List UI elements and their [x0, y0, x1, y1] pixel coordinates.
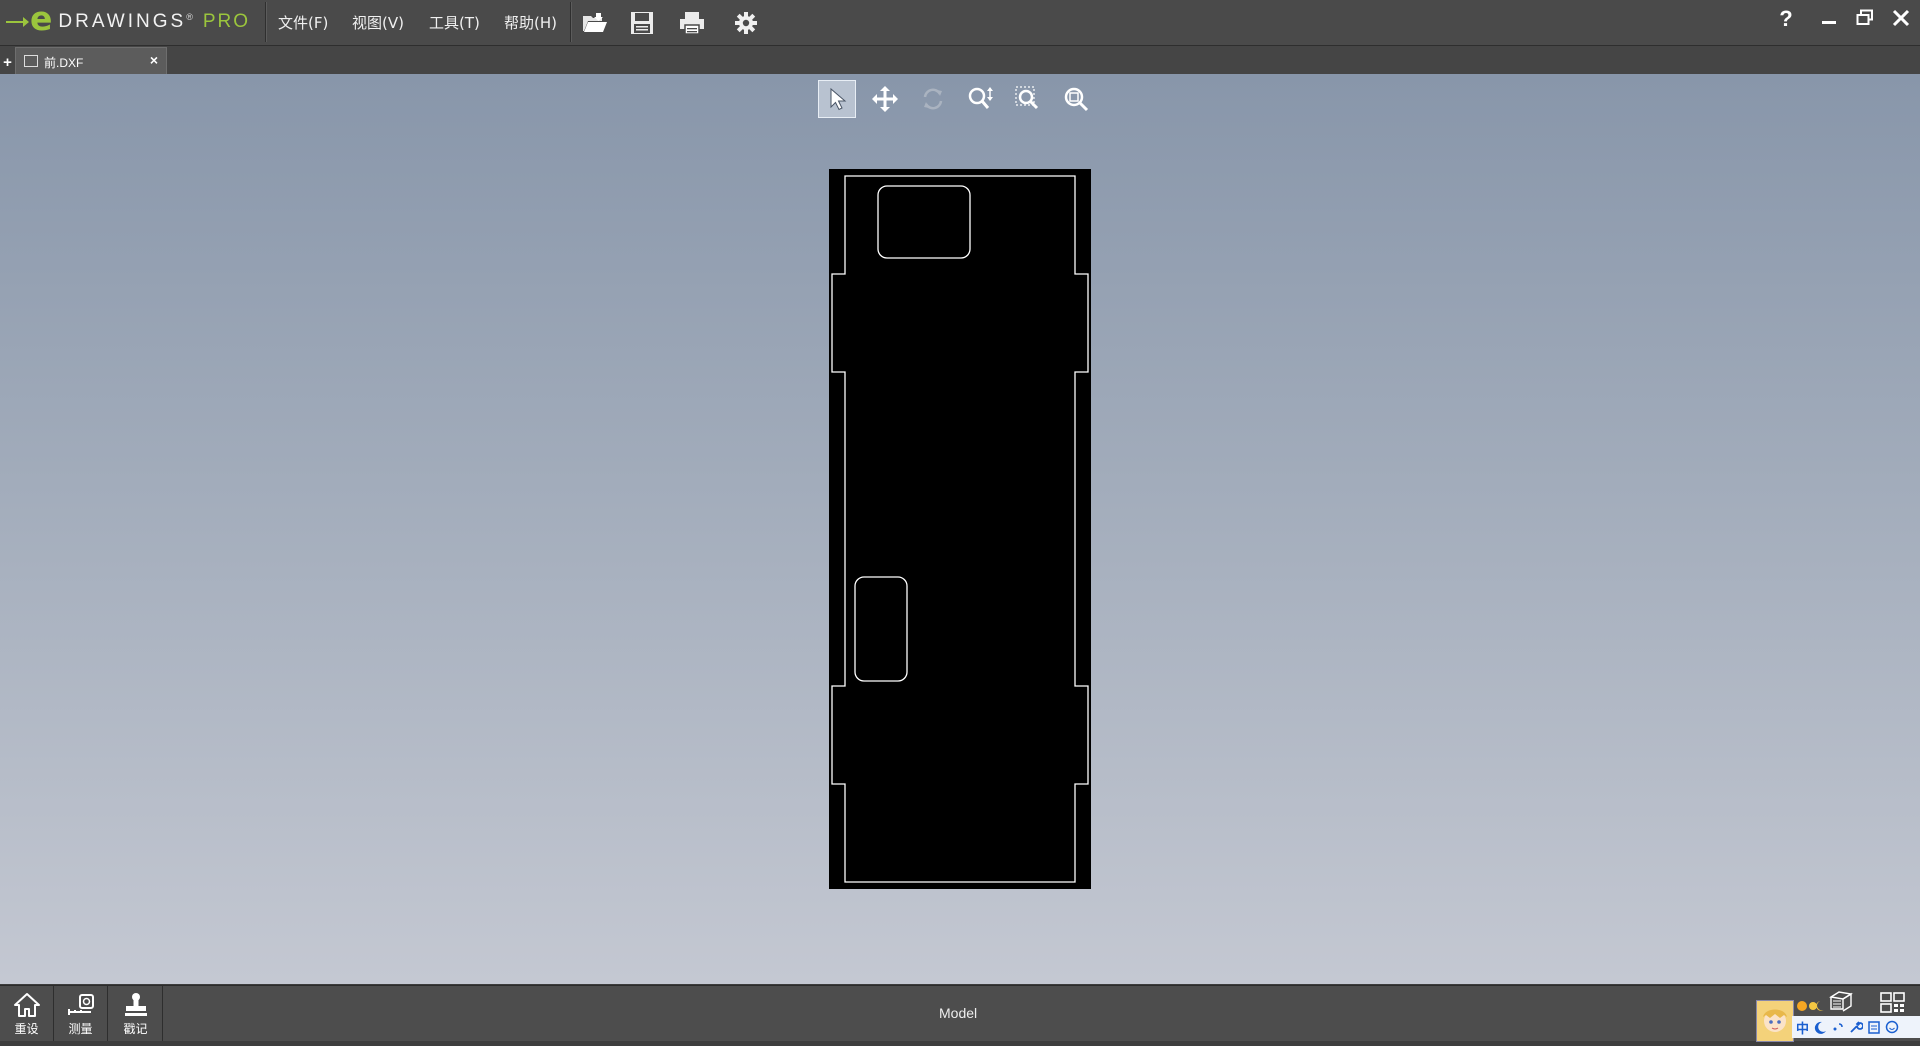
- zoom-realtime-icon[interactable]: [962, 80, 1000, 118]
- save-icon[interactable]: [627, 8, 657, 38]
- menu-file[interactable]: 文件(F): [278, 12, 328, 33]
- measure-button[interactable]: 测量: [54, 986, 108, 1041]
- ime-moon-icon[interactable]: [1813, 1020, 1827, 1034]
- stamp-button[interactable]: 戳记: [109, 986, 163, 1041]
- select-arrow-icon[interactable]: [818, 80, 856, 118]
- add-tab-button[interactable]: +: [1, 54, 14, 72]
- model-status-label: Model: [939, 1005, 978, 1021]
- minimize-icon[interactable]: [1815, 4, 1843, 32]
- tab-document[interactable]: 前.DXF ×: [15, 47, 167, 75]
- home-reset-icon: [13, 993, 40, 1017]
- ime-punctuation-icon[interactable]: [1831, 1020, 1845, 1034]
- logo-registered-mark: ®: [186, 12, 193, 22]
- logo-word: DRAWINGS: [58, 11, 187, 32]
- menu-tools[interactable]: 工具(T): [429, 12, 480, 33]
- zoom-window-icon[interactable]: [1010, 80, 1048, 118]
- settings-gear-icon[interactable]: [731, 8, 761, 38]
- rotate-icon[interactable]: [914, 80, 952, 118]
- layout-grid-icon[interactable]: [1880, 992, 1906, 1014]
- document-icon: [24, 55, 38, 67]
- reset-label: 重设: [14, 1022, 39, 1036]
- ime-toolbar[interactable]: 中: [1792, 1016, 1920, 1038]
- ime-wrench-icon[interactable]: [1849, 1020, 1864, 1034]
- ime-chinese-mode[interactable]: 中: [1796, 1018, 1809, 1037]
- tab-close-button[interactable]: ×: [150, 52, 158, 68]
- menu-separator: [265, 2, 267, 42]
- reset-button[interactable]: 重设: [0, 986, 54, 1041]
- drawing-background: [829, 169, 1091, 889]
- ime-clipboard-icon[interactable]: [1867, 1020, 1881, 1034]
- measure-icon: [67, 994, 94, 1015]
- menu-help[interactable]: 帮助(H): [504, 12, 557, 33]
- logo-arrow-icon: [6, 17, 29, 27]
- document-tab-strip: [0, 46, 1920, 74]
- measure-label: 测量: [68, 1022, 93, 1036]
- view-cube-icon[interactable]: [1828, 990, 1854, 1012]
- open-folder-icon[interactable]: [580, 8, 610, 38]
- help-button[interactable]: ?: [1772, 5, 1800, 33]
- system-tray: 中: [1756, 986, 1920, 1042]
- logo-e-letter: e: [30, 0, 53, 38]
- toolbar-separator: [570, 2, 572, 42]
- dxf-drawing-sheet[interactable]: [829, 169, 1091, 889]
- edrawings-logo: e DRAWINGS ® PRO: [6, 2, 250, 42]
- pan-move-icon[interactable]: [866, 80, 904, 118]
- title-bar: e DRAWINGS ® PRO 文件(F) 视图(V) 工具(T) 帮助(H)…: [0, 0, 1920, 46]
- stamp-label: 戳记: [123, 1022, 148, 1036]
- menu-view[interactable]: 视图(V): [352, 12, 404, 33]
- logo-pro: PRO: [202, 11, 251, 32]
- tab-document-label: 前.DXF: [44, 56, 84, 70]
- tray-avatar[interactable]: [1756, 1000, 1794, 1042]
- ime-smiley-icon[interactable]: [1885, 1020, 1899, 1034]
- bottom-bar: 重设 测量 戳记 Model 中: [0, 985, 1920, 1042]
- tray-emoji-icon[interactable]: [1796, 998, 1826, 1012]
- restore-icon[interactable]: [1851, 4, 1879, 32]
- close-icon[interactable]: [1887, 4, 1915, 32]
- print-icon[interactable]: [677, 8, 707, 38]
- stamp-icon: [124, 993, 147, 1016]
- zoom-fit-icon[interactable]: [1058, 80, 1096, 118]
